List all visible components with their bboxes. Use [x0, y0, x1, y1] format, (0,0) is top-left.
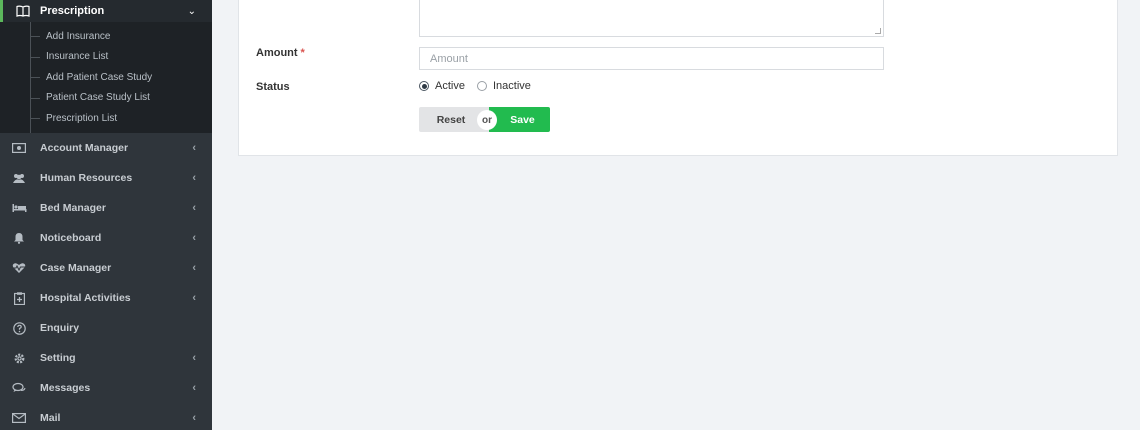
sidebar-item-label: Messages [40, 382, 91, 394]
or-separator: or [477, 110, 497, 130]
chevron-left-icon: ‹ [192, 352, 196, 364]
sidebar-item-bed-manager[interactable]: Bed Manager ‹ [0, 193, 212, 223]
status-inactive-label[interactable]: Inactive [493, 80, 531, 92]
sidebar-item-label: Bed Manager [40, 202, 106, 214]
chevron-down-icon: ⌄ [187, 5, 196, 17]
users-icon [11, 173, 27, 184]
submenu-item-prescription-list[interactable]: Prescription List [0, 108, 212, 129]
sidebar-item-label: Setting [40, 352, 76, 364]
main-content: Amount* Status Active Inactive Reset Sav… [212, 0, 1140, 430]
sidebar-item-enquiry[interactable]: Enquiry [0, 313, 212, 343]
sidebar-item-noticeboard[interactable]: Noticeboard ‹ [0, 223, 212, 253]
chevron-left-icon: ‹ [192, 232, 196, 244]
form-actions: Reset Save or [419, 107, 550, 132]
chevron-left-icon: ‹ [192, 382, 196, 394]
prescription-submenu: Add Insurance Insurance List Add Patient… [0, 22, 212, 133]
status-radio-group: Active Inactive [419, 80, 543, 92]
heartbeat-icon [11, 262, 27, 274]
save-button[interactable]: Save [489, 107, 550, 132]
status-active-label[interactable]: Active [435, 80, 465, 92]
money-icon [11, 143, 27, 153]
sidebar-item-label: Human Resources [40, 172, 133, 184]
amount-label-text: Amount [256, 47, 298, 59]
amount-label: Amount * [256, 47, 305, 59]
required-asterisk: * [300, 47, 305, 59]
comments-icon [11, 382, 27, 394]
sidebar: Prescription ⌄ Add Insurance Insurance L… [0, 0, 212, 430]
sidebar-item-label: Prescription [40, 5, 105, 17]
sidebar-item-label: Enquiry [40, 322, 80, 334]
gear-icon [11, 352, 27, 365]
submenu-item-insurance-list[interactable]: Insurance List [0, 47, 212, 68]
sidebar-item-label: Account Manager [40, 142, 129, 154]
sidebar-item-label: Case Manager [40, 262, 112, 274]
form-card: Amount* Status Active Inactive Reset Sav… [238, 0, 1118, 156]
submenu-item-add-patient-case-study[interactable]: Add Patient Case Study [0, 67, 212, 88]
resize-handle-icon[interactable] [875, 28, 881, 34]
sidebar-item-label: Mail [40, 412, 61, 424]
chevron-left-icon: ‹ [192, 292, 196, 304]
chevron-left-icon: ‹ [192, 172, 196, 184]
chevron-left-icon: ‹ [192, 142, 196, 154]
sidebar-item-setting[interactable]: Setting ‹ [0, 343, 212, 373]
sidebar-item-label: Noticeboard [40, 232, 102, 244]
sidebar-item-account-manager[interactable]: Account Manager ‹ [0, 133, 212, 163]
status-label: Status [256, 81, 290, 93]
book-icon [16, 5, 30, 17]
bell-icon [11, 232, 27, 244]
clipboard-icon [11, 291, 27, 305]
status-inactive-radio[interactable] [476, 81, 487, 91]
sidebar-item-prescription[interactable]: Prescription ⌄ [0, 0, 212, 22]
sidebar-item-human-resources[interactable]: Human Resources ‹ [0, 163, 212, 193]
bed-icon [11, 203, 27, 213]
sidebar-item-mail[interactable]: Mail ‹ [0, 403, 212, 430]
chevron-left-icon: ‹ [192, 262, 196, 274]
sidebar-item-messages[interactable]: Messages ‹ [0, 373, 212, 403]
description-textarea[interactable] [419, 0, 884, 37]
submenu-item-patient-case-study-list[interactable]: Patient Case Study List [0, 88, 212, 109]
status-active-radio[interactable] [419, 81, 429, 91]
chevron-left-icon: ‹ [192, 202, 196, 214]
sidebar-item-case-manager[interactable]: Case Manager ‹ [0, 253, 212, 283]
sidebar-item-label: Hospital Activities [40, 292, 131, 304]
amount-input[interactable] [419, 47, 884, 70]
chevron-left-icon: ‹ [192, 412, 196, 424]
question-icon [11, 321, 27, 335]
submenu-item-add-insurance[interactable]: Add Insurance [0, 26, 212, 47]
sidebar-item-hospital-activities[interactable]: Hospital Activities ‹ [0, 283, 212, 313]
envelope-icon [11, 413, 27, 423]
